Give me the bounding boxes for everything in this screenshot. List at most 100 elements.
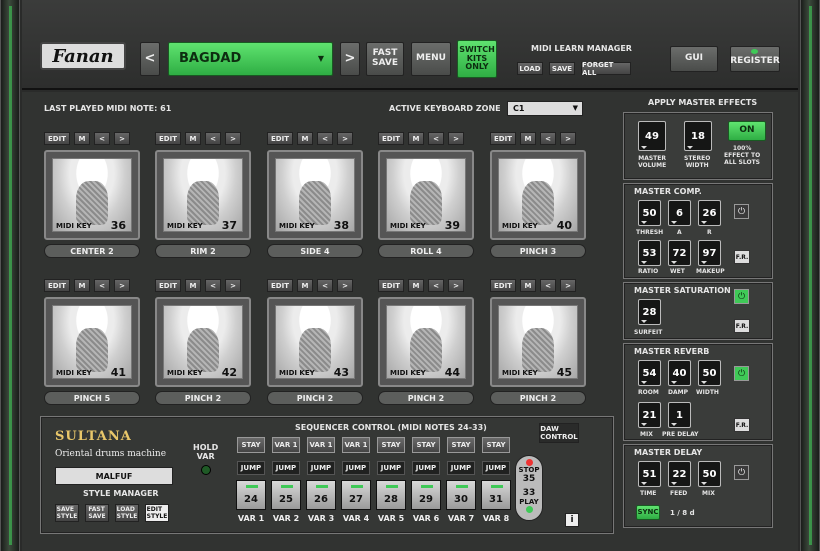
surfeit-knob[interactable]: 28 bbox=[638, 299, 661, 325]
pad-articulation-label[interactable]: PINCH 2 bbox=[378, 391, 474, 405]
menu-button[interactable]: MENU bbox=[411, 42, 451, 76]
pad-edit-button[interactable]: EDIT bbox=[267, 279, 293, 292]
fast-save-button[interactable]: FAST SAVE bbox=[366, 42, 404, 76]
switch-kits-only-button[interactable]: SWITCH KITS ONLY bbox=[457, 40, 497, 78]
stereo-width-knob[interactable]: 18 bbox=[684, 121, 712, 151]
comp-thresh-knob[interactable]: 50 bbox=[638, 200, 661, 226]
pad-edit-button[interactable]: EDIT bbox=[155, 132, 181, 145]
pad-m-button[interactable]: M bbox=[520, 279, 536, 292]
pad-next-button[interactable]: > bbox=[560, 279, 576, 292]
delay-power-icon[interactable]: ⏻ bbox=[734, 465, 749, 480]
pad-next-button[interactable]: > bbox=[225, 279, 241, 292]
saturation-power-icon[interactable]: ⏻ bbox=[734, 289, 749, 304]
pad-trigger[interactable]: MIDI KEY 39 bbox=[378, 150, 474, 240]
seq-stay-button[interactable]: VAR 1 bbox=[342, 437, 370, 453]
seq-jump-button[interactable]: JUMP bbox=[307, 461, 335, 475]
seq-var-pad[interactable]: 30 bbox=[446, 480, 476, 510]
pad-prev-button[interactable]: < bbox=[94, 279, 110, 292]
reverb-power-icon[interactable]: ⏻ bbox=[734, 366, 749, 381]
fast-save-style-button[interactable]: FAST SAVE bbox=[85, 504, 109, 522]
pad-trigger[interactable]: MIDI KEY 36 bbox=[44, 150, 140, 240]
pad-trigger[interactable]: MIDI KEY 38 bbox=[267, 150, 363, 240]
load-style-button[interactable]: LOAD STYLE bbox=[115, 504, 139, 522]
seq-stay-button[interactable]: STAY bbox=[447, 437, 475, 453]
pad-trigger[interactable]: MIDI KEY 41 bbox=[44, 297, 140, 387]
pad-prev-button[interactable]: < bbox=[94, 132, 110, 145]
preset-select[interactable]: BAGDAD ▼ bbox=[168, 42, 333, 76]
pad-articulation-label[interactable]: RIM 2 bbox=[155, 244, 251, 258]
pad-prev-button[interactable]: < bbox=[317, 132, 333, 145]
pad-m-button[interactable]: M bbox=[74, 132, 90, 145]
reverb-mix-knob[interactable]: 21 bbox=[638, 402, 661, 428]
edit-style-button[interactable]: EDIT STYLE bbox=[145, 504, 169, 522]
saturation-fr-button[interactable]: F.R. bbox=[734, 319, 750, 333]
pad-articulation-label[interactable]: PINCH 3 bbox=[490, 244, 586, 258]
pad-m-button[interactable]: M bbox=[185, 279, 201, 292]
pad-articulation-label[interactable]: ROLL 4 bbox=[378, 244, 474, 258]
seq-jump-button[interactable]: JUMP bbox=[377, 461, 405, 475]
pad-trigger[interactable]: MIDI KEY 37 bbox=[155, 150, 251, 240]
pad-edit-button[interactable]: EDIT bbox=[378, 279, 404, 292]
reverb-width-knob[interactable]: 50 bbox=[698, 360, 721, 386]
seq-var-pad[interactable]: 29 bbox=[411, 480, 441, 510]
pad-prev-button[interactable]: < bbox=[205, 279, 221, 292]
comp-fr-button[interactable]: F.R. bbox=[734, 250, 750, 264]
pad-trigger[interactable]: MIDI KEY 43 bbox=[267, 297, 363, 387]
pad-next-button[interactable]: > bbox=[448, 132, 464, 145]
seq-stay-button[interactable]: STAY bbox=[377, 437, 405, 453]
pad-m-button[interactable]: M bbox=[185, 132, 201, 145]
seq-var-pad[interactable]: 24 bbox=[236, 480, 266, 510]
gui-button[interactable]: GUI bbox=[670, 46, 718, 72]
pad-m-button[interactable]: M bbox=[74, 279, 90, 292]
seq-jump-button[interactable]: JUMP bbox=[342, 461, 370, 475]
midi-load-button[interactable]: LOAD bbox=[517, 62, 543, 75]
pad-prev-button[interactable]: < bbox=[428, 132, 444, 145]
pad-next-button[interactable]: > bbox=[337, 132, 353, 145]
pad-prev-button[interactable]: < bbox=[540, 132, 556, 145]
comp-ratio-knob[interactable]: 53 bbox=[638, 240, 661, 266]
pad-prev-button[interactable]: < bbox=[205, 132, 221, 145]
save-style-button[interactable]: SAVE STYLE bbox=[55, 504, 79, 522]
reverb-damp-knob[interactable]: 40 bbox=[668, 360, 691, 386]
pad-edit-button[interactable]: EDIT bbox=[378, 132, 404, 145]
pad-edit-button[interactable]: EDIT bbox=[155, 279, 181, 292]
seq-var-pad[interactable]: 27 bbox=[341, 480, 371, 510]
pad-articulation-label[interactable]: PINCH 2 bbox=[267, 391, 363, 405]
pad-trigger[interactable]: MIDI KEY 44 bbox=[378, 297, 474, 387]
pad-edit-button[interactable]: EDIT bbox=[490, 279, 516, 292]
seq-var-pad[interactable]: 26 bbox=[306, 480, 336, 510]
pad-m-button[interactable]: M bbox=[520, 132, 536, 145]
comp-attack-knob[interactable]: 6 bbox=[668, 200, 691, 226]
reverb-room-knob[interactable]: 54 bbox=[638, 360, 661, 386]
pad-trigger[interactable]: MIDI KEY 45 bbox=[490, 297, 586, 387]
master-on-toggle[interactable]: ON bbox=[728, 121, 766, 141]
pad-next-button[interactable]: > bbox=[337, 279, 353, 292]
pad-edit-button[interactable]: EDIT bbox=[44, 279, 70, 292]
delay-feed-knob[interactable]: 22 bbox=[668, 461, 691, 487]
prev-preset-button[interactable]: < bbox=[140, 42, 160, 76]
pad-prev-button[interactable]: < bbox=[317, 279, 333, 292]
pad-prev-button[interactable]: < bbox=[428, 279, 444, 292]
pad-m-button[interactable]: M bbox=[408, 279, 424, 292]
pad-articulation-label[interactable]: PINCH 2 bbox=[490, 391, 586, 405]
seq-jump-button[interactable]: JUMP bbox=[237, 461, 265, 475]
seq-stay-button[interactable]: VAR 1 bbox=[272, 437, 300, 453]
hold-var-led-icon[interactable] bbox=[201, 465, 211, 475]
info-button[interactable]: i bbox=[565, 513, 579, 527]
seq-jump-button[interactable]: JUMP bbox=[482, 461, 510, 475]
seq-stay-button[interactable]: STAY bbox=[482, 437, 510, 453]
pad-trigger[interactable]: MIDI KEY 40 bbox=[490, 150, 586, 240]
pad-next-button[interactable]: > bbox=[114, 279, 130, 292]
pad-articulation-label[interactable]: PINCH 2 bbox=[155, 391, 251, 405]
seq-jump-button[interactable]: JUMP bbox=[447, 461, 475, 475]
delay-sync-toggle[interactable]: SYNC bbox=[636, 505, 660, 520]
delay-time-knob[interactable]: 51 bbox=[638, 461, 661, 487]
daw-control-button[interactable]: DAW CONTROL bbox=[539, 423, 579, 443]
seq-var-pad[interactable]: 25 bbox=[271, 480, 301, 510]
pad-edit-button[interactable]: EDIT bbox=[490, 132, 516, 145]
pad-next-button[interactable]: > bbox=[560, 132, 576, 145]
zone-select[interactable]: C1 ▼ bbox=[507, 101, 583, 116]
seq-var-pad[interactable]: 31 bbox=[481, 480, 511, 510]
reverb-fr-button[interactable]: F.R. bbox=[734, 418, 750, 432]
midi-save-button[interactable]: SAVE bbox=[549, 62, 575, 75]
